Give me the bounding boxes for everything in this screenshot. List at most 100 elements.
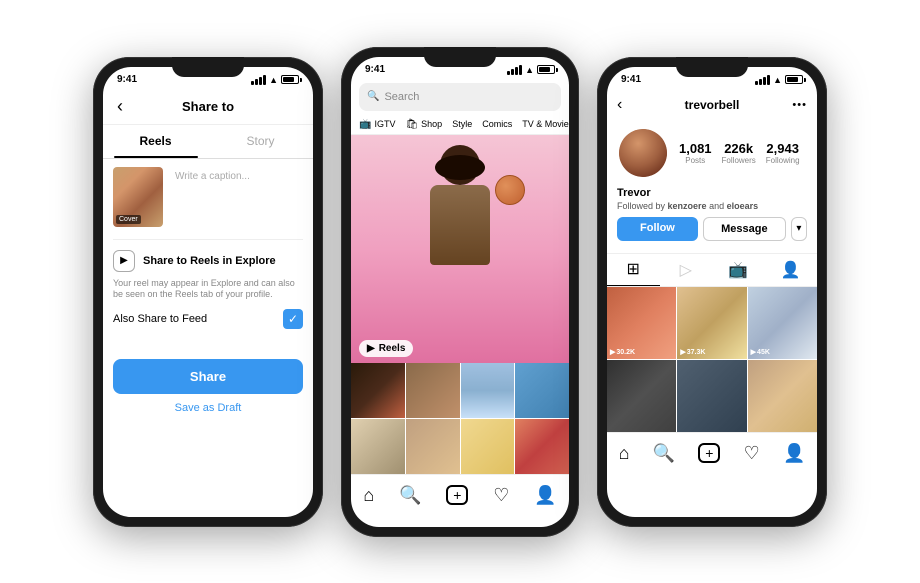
stat-followers: 226k Followers [722,141,756,165]
content-area: Cover Write a caption... ▶ Share to Reel… [103,159,313,347]
category-comics[interactable]: Comics [482,119,512,130]
profile-thumb-5[interactable] [677,360,746,432]
grid-thumb-2[interactable] [406,363,460,418]
play-count-1: ▶30.2K [610,348,635,356]
profile-top-row: 1,081 Posts 226k Followers 2,943 Followi… [617,127,807,179]
profile-more-button[interactable]: ••• [792,99,807,111]
share-button[interactable]: Share [113,359,303,394]
add-icon-3[interactable]: + [698,443,720,463]
add-icon[interactable]: + [446,485,468,505]
signal-bar-2 [255,79,258,85]
category-tv-movies[interactable]: TV & Movie [522,119,569,130]
caption-input[interactable]: Write a caption... [171,167,303,227]
grid-thumb-7[interactable] [461,419,515,474]
share-nav: ‹ Share to [103,89,313,125]
tab-grid[interactable]: ⊞ [607,254,660,286]
profile-thumb-2[interactable]: ▶37.3K [677,287,746,359]
signal-bar-3-1 [755,81,758,85]
search-bar[interactable]: 🔍 Search [359,83,561,111]
phones-container: 9:41 ▲ ‹ Share to [0,0,920,583]
category-shop[interactable]: 🛍 Shop [405,119,442,130]
signal-bar-2-3 [515,67,518,75]
home-icon-3[interactable]: ⌂ [619,443,630,464]
heart-icon[interactable]: ♡ [493,485,509,506]
nav-title: Share to [182,99,234,114]
follower-1[interactable]: kenzoere [668,201,707,211]
search-icon-3[interactable]: 🔍 [653,443,675,464]
main-reel-container: ▶ Reels [351,135,569,363]
signal-bar-3-2 [759,79,762,85]
profile-icon[interactable]: 👤 [534,485,556,506]
signal-bars-2-icon [507,65,522,75]
save-draft-button[interactable]: Save as Draft [103,398,313,418]
profile-thumb-6[interactable] [748,360,817,432]
stat-posts-label: Posts [685,156,705,165]
dropdown-icon: ▾ [796,223,801,234]
profile-username: trevorbell [685,98,740,112]
explore-title: Share to Reels in Explore [143,255,276,267]
bottom-nav-2: ⌂ 🔍 + ♡ 👤 [351,474,569,512]
profile-tabs: ⊞ ▷ 📺 👤 [607,253,817,287]
grid-thumbnails [351,363,569,474]
play-icon-2: ▶ [680,349,685,356]
grid-thumb-8[interactable] [515,419,569,474]
status-time-3: 9:41 [621,74,641,85]
basketball [495,175,525,205]
grid-thumb-4[interactable] [515,363,569,418]
tab-tagged[interactable]: 👤 [765,254,818,286]
grid-thumb-3[interactable] [461,363,515,418]
bottom-nav-3: ⌂ 🔍 + ♡ 👤 [607,432,817,470]
profile-grid: ▶30.2K ▶37.3K ▶45K [607,287,817,432]
battery-icon [281,75,299,84]
tabs-row: Reels Story [103,125,313,159]
phone-screen-explore: 9:41 ▲ 🔍 Search [351,57,569,527]
explore-icon: ▶ [113,250,135,272]
signal-bar-2-2 [511,69,514,75]
categories-row: 📺 IGTV 🛍 Shop Style Comics TV & Movie [351,115,569,135]
profile-thumb-1[interactable]: ▶30.2K [607,287,676,359]
status-icons-2: ▲ [507,65,555,75]
message-button[interactable]: Message [703,217,786,241]
profile-thumb-4[interactable] [607,360,676,432]
battery-icon-3 [785,75,803,84]
person-body [430,185,490,265]
signal-bars-icon [251,75,266,85]
back-button[interactable]: ‹ [117,96,123,117]
profile-thumb-3[interactable]: ▶45K [748,287,817,359]
follow-button[interactable]: Follow [617,217,698,241]
reel-content [351,135,569,363]
profile-icon-3[interactable]: 👤 [783,443,805,464]
phone-profile: 9:41 ▲ ‹ trevorbell [597,57,827,527]
action-buttons: Follow Message ▾ [617,217,807,241]
search-nav-icon[interactable]: 🔍 [399,485,421,506]
tab-reels[interactable]: Reels [103,125,208,158]
stat-following: 2,943 Following [766,141,800,165]
explore-desc: Your reel may appear in Explore and can … [113,278,303,301]
dropdown-button[interactable]: ▾ [791,217,807,241]
cover-thumbnail: Cover [113,167,163,227]
grid-thumb-6[interactable] [406,419,460,474]
followed-by: Followed by kenzoere and eloears [617,201,807,211]
igtv-icon: 📺 [359,119,371,130]
tab-igtv-profile[interactable]: 📺 [712,254,765,286]
tab-reels-profile[interactable]: ▷ [660,254,713,286]
wifi-icon: ▲ [269,75,278,85]
profile-back-button[interactable]: ‹ [617,96,622,114]
signal-bar-4 [263,75,266,85]
stat-following-label: Following [766,156,800,165]
follower-2[interactable]: eloears [727,201,759,211]
also-share-row: Also Share to Feed ✓ [113,309,303,329]
cover-label: Cover [116,215,141,224]
grid-thumb-5[interactable] [351,419,405,474]
signal-bar-2-1 [507,71,510,75]
play-count-2: ▶37.3K [680,348,705,356]
grid-thumb-1[interactable] [351,363,405,418]
home-icon[interactable]: ⌂ [363,485,374,506]
tab-story[interactable]: Story [208,125,313,158]
category-igtv[interactable]: 📺 IGTV [359,119,395,130]
status-icons-3: ▲ [755,75,803,85]
also-share-toggle[interactable]: ✓ [283,309,303,329]
signal-bar-3-3 [763,77,766,85]
heart-icon-3[interactable]: ♡ [744,443,760,464]
category-style[interactable]: Style [452,119,472,130]
